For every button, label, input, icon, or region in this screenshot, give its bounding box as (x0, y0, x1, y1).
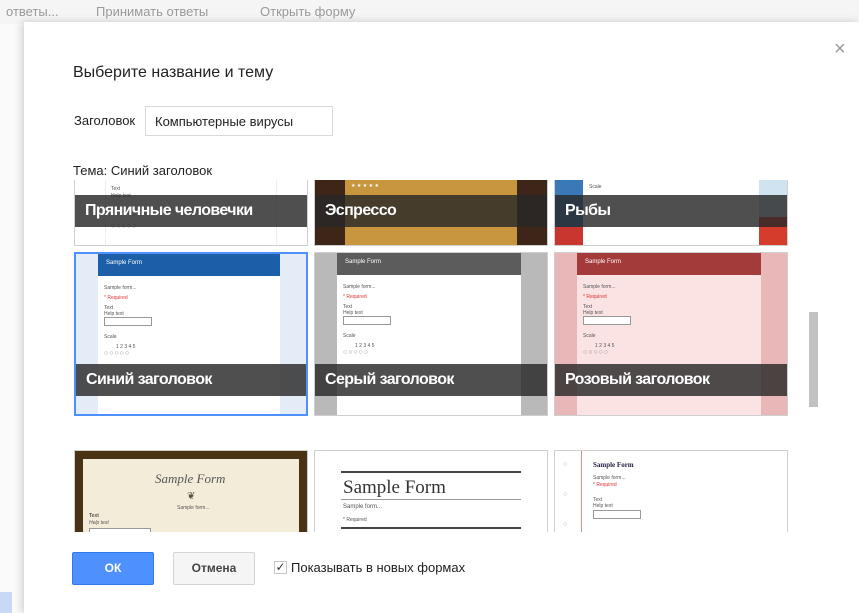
preview-scale: Scale (343, 333, 356, 339)
preview-header: Sample Form (577, 253, 761, 275)
preview-radios: ○○○○○ (583, 349, 610, 356)
theme-thumb-espresso[interactable]: ★ ★ ★ ★ ★ Эспрессо (314, 180, 548, 246)
preview-help: Help text (89, 520, 109, 526)
close-icon[interactable]: × (834, 39, 846, 59)
header-label: Заголовок (74, 113, 136, 128)
fish-shape (555, 227, 583, 245)
preview-desc: Sample form... (104, 285, 137, 291)
theme-thumb-classic[interactable]: Sample Form Sample form... * Required (314, 450, 548, 532)
theme-thumb-gingerbread[interactable]: Text Help text ○○○○○ Пряничные человечки (74, 180, 308, 246)
theme-grid-scrollbar[interactable] (809, 312, 818, 407)
preview-desc: Sample form... (343, 284, 376, 290)
preview-input (343, 316, 391, 325)
preview-input (593, 510, 641, 519)
divider (341, 471, 521, 473)
preview-text: Text (111, 186, 121, 192)
hole-icon: ○ (563, 491, 568, 498)
theme-name-label: Серый заголовок (315, 364, 547, 396)
theme-label: Тема: Синий заголовок (73, 163, 213, 178)
preview-desc: Sample form... (177, 505, 210, 511)
divider (341, 527, 521, 529)
preview-scale: Scale (583, 333, 596, 339)
ok-button[interactable]: ОК (72, 552, 154, 585)
preview-desc: Sample form... (343, 504, 383, 510)
divider (341, 499, 521, 500)
preview-required: * Required (343, 517, 367, 523)
preview-radios: ○○○○○ (104, 350, 131, 357)
preview-required: * Required (343, 294, 367, 300)
form-preview: Sample Form ❦ Sample form... Text Help t… (83, 459, 299, 532)
theme-dialog: × Выберите название и тему Заголовок Тем… (24, 22, 859, 613)
preview-scale: Scale (104, 334, 117, 340)
ornament-icon: ❦ (187, 491, 196, 502)
theme-thumb-gray-header[interactable]: Sample Form Sample form... * Required Te… (314, 252, 548, 416)
preview-input (583, 316, 631, 325)
checkmark-icon: ✓ (275, 560, 286, 574)
dialog-title: Выберите название и тему (73, 64, 274, 81)
bg-toolbar-item: Принимать ответы (96, 4, 209, 19)
background-sidebar (0, 24, 24, 613)
preview-header: Sample Form (343, 477, 446, 498)
show-in-new-forms-label[interactable]: Показывать в новых формах (291, 560, 465, 575)
preview-help: Help text (593, 503, 613, 509)
theme-name-label: Розовый заголовок (555, 364, 787, 396)
preview-scale: Scale (589, 184, 602, 190)
hole-icon: ○ (563, 461, 568, 468)
preview-desc: Sample form... (583, 284, 616, 290)
preview-input (104, 317, 152, 326)
hole-icon: ○ (563, 521, 568, 528)
preview-header: Sample Form (98, 254, 280, 276)
preview-required: * Required (593, 482, 617, 488)
theme-name-label: Эспрессо (315, 195, 547, 227)
header-input[interactable] (145, 106, 333, 136)
theme-thumb-parchment[interactable]: Sample Form ❦ Sample form... Text Help t… (74, 450, 308, 532)
preview-required: * Required (583, 294, 607, 300)
margin-line (581, 451, 582, 532)
theme-grid: Text Help text ○○○○○ Пряничные человечки… (74, 180, 788, 532)
theme-name-label: Рыбы (555, 195, 787, 227)
background-blue-block (0, 592, 12, 613)
preview-radios: ○○○○○ (343, 349, 370, 356)
theme-thumb-notebook[interactable]: ○ ○ ○ Sample Form Sample form... * Requi… (554, 450, 788, 532)
preview-input (89, 528, 151, 532)
cancel-button[interactable]: Отмена (173, 552, 255, 585)
theme-thumb-blue-header[interactable]: Sample Form Sample form... * Required Te… (74, 252, 308, 416)
bg-toolbar-item: Открыть форму (260, 4, 356, 19)
preview-desc: Sample form... (593, 475, 626, 481)
preview-required: * Required (104, 295, 128, 301)
preview-header: Sample Form (155, 471, 226, 486)
preview-text: Text (89, 513, 99, 519)
theme-name-label: Пряничные человечки (75, 195, 307, 227)
preview-header: Sample Form (593, 461, 634, 469)
theme-name-label: Синий заголовок (76, 364, 306, 396)
show-in-new-forms-checkbox[interactable]: ✓ (274, 561, 287, 574)
preview-header: Sample Form (337, 253, 521, 275)
theme-thumb-pink-header[interactable]: Sample Form Sample form... * Required Te… (554, 252, 788, 416)
bg-toolbar-item: ответы... (6, 4, 59, 19)
preview-stars: ★ ★ ★ ★ ★ (351, 183, 379, 189)
theme-thumb-fish[interactable]: Scale Рыбы (554, 180, 788, 246)
